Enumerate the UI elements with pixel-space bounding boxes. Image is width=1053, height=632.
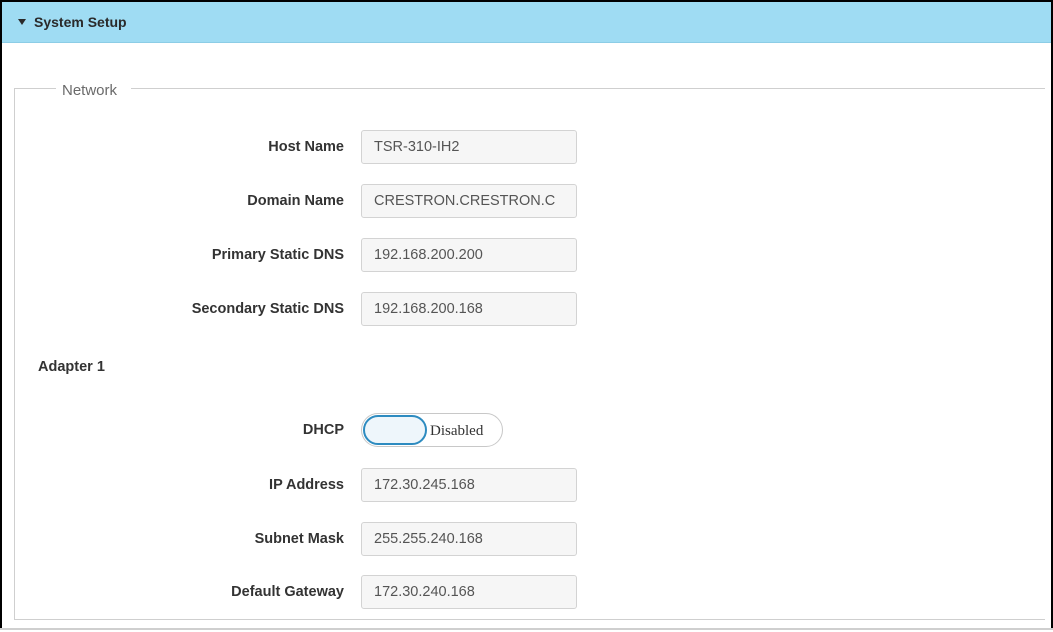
ip-address-input[interactable]: 172.30.245.168 xyxy=(361,468,577,502)
domain-name-row: Domain Name CRESTRON.CRESTRON.C xyxy=(0,183,577,219)
domain-name-label: Domain Name xyxy=(247,193,344,209)
primary-dns-row: Primary Static DNS 192.168.200.200 xyxy=(0,237,577,273)
subnet-mask-input[interactable]: 255.255.240.168 xyxy=(361,522,577,556)
secondary-dns-input[interactable]: 192.168.200.168 xyxy=(361,292,577,326)
default-gateway-row: Default Gateway 172.30.240.168 xyxy=(0,574,577,610)
ip-address-row: IP Address 172.30.245.168 xyxy=(0,467,577,503)
subnet-mask-label: Subnet Mask xyxy=(254,531,344,547)
primary-dns-label: Primary Static DNS xyxy=(211,247,344,263)
section-title: System Setup xyxy=(34,14,127,30)
system-setup-header[interactable]: System Setup xyxy=(2,2,1051,43)
default-gateway-input[interactable]: 172.30.240.168 xyxy=(361,575,577,609)
host-name-input[interactable]: TSR-310-IH2 xyxy=(361,130,577,164)
secondary-dns-label: Secondary Static DNS xyxy=(191,301,344,317)
secondary-dns-row: Secondary Static DNS 192.168.200.168 xyxy=(0,291,577,327)
network-legend: Network xyxy=(56,82,132,99)
ip-address-label: IP Address xyxy=(269,477,344,493)
host-name-row: Host Name TSR-310-IH2 xyxy=(0,129,577,165)
dhcp-row: DHCP Disabled xyxy=(0,412,503,448)
subnet-mask-row: Subnet Mask 255.255.240.168 xyxy=(0,521,577,557)
dhcp-toggle[interactable]: Disabled xyxy=(361,413,503,447)
dhcp-state-text: Disabled xyxy=(430,423,484,439)
host-name-label: Host Name xyxy=(268,139,344,155)
adapter-title: Adapter 1 xyxy=(38,359,105,375)
bottom-divider xyxy=(0,628,1053,630)
caret-down-icon[interactable] xyxy=(18,19,26,25)
dhcp-label: DHCP xyxy=(302,422,344,438)
default-gateway-label: Default Gateway xyxy=(231,584,344,600)
toggle-knob[interactable] xyxy=(363,415,427,445)
domain-name-input[interactable]: CRESTRON.CRESTRON.C xyxy=(361,184,577,218)
primary-dns-input[interactable]: 192.168.200.200 xyxy=(361,238,577,272)
